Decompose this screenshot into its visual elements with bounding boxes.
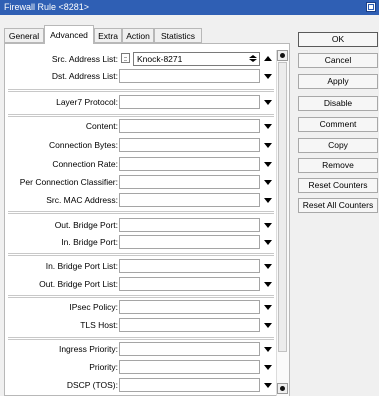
scroll-up-icon[interactable]: [277, 50, 288, 61]
ingress-priority-label: Ingress Priority:: [58, 344, 118, 354]
src-address-list-value: Knock-8271: [137, 54, 183, 64]
src-address-list-row: Src. Address List: Knock-8271: [0, 52, 290, 67]
in-bridge-port-label: In. Bridge Port:: [61, 237, 118, 247]
dropdown-arrow-icon[interactable]: [264, 282, 272, 287]
src-mac-address-field[interactable]: [119, 193, 260, 207]
dropdown-arrow-icon[interactable]: [264, 223, 272, 228]
dscp-tos-label: DSCP (TOS):: [66, 380, 118, 390]
per-connection-classifier-label: Per Connection Classifier:: [19, 177, 118, 187]
scrollbar-thumb[interactable]: [278, 62, 287, 352]
src-address-list-label: Src. Address List:: [51, 54, 118, 64]
separator: [8, 295, 274, 298]
vertical-scrollbar[interactable]: [276, 50, 289, 396]
tab-advanced[interactable]: Advanced: [44, 25, 94, 44]
dropdown-arrow-icon[interactable]: [264, 74, 272, 79]
separator: [8, 114, 274, 117]
layer7-protocol-field[interactable]: [119, 95, 260, 109]
copy-button[interactable]: Copy: [298, 138, 378, 153]
tab-general[interactable]: General: [4, 28, 44, 43]
priority-field[interactable]: [119, 360, 260, 374]
dscp-tos-field[interactable]: [119, 378, 260, 392]
window-titlebar[interactable]: Firewall Rule <8281>: [0, 0, 379, 15]
content-label: Content:: [85, 121, 118, 131]
connection-bytes-row: Connection Bytes:: [0, 138, 290, 153]
connection-rate-field[interactable]: [119, 157, 260, 171]
layer7-protocol-label: Layer7 Protocol:: [56, 97, 118, 107]
dropdown-arrow-icon[interactable]: [264, 162, 272, 167]
ipsec-policy-row: IPsec Policy:: [0, 300, 290, 315]
layer7-protocol-row: Layer7 Protocol:: [0, 95, 290, 110]
ingress-priority-row: Ingress Priority:: [0, 342, 290, 357]
apply-button[interactable]: Apply: [298, 74, 378, 89]
src-address-list-field[interactable]: Knock-8271: [133, 52, 260, 66]
content-field[interactable]: [119, 119, 260, 133]
ok-button[interactable]: OK: [298, 32, 378, 47]
in-bridge-port-list-field[interactable]: [119, 259, 260, 273]
window-title: Firewall Rule <8281>: [4, 2, 90, 12]
ipsec-policy-field[interactable]: [119, 300, 260, 314]
out-bridge-port-list-row: Out. Bridge Port List:: [0, 277, 290, 292]
out-bridge-port-row: Out. Bridge Port:: [0, 218, 290, 233]
content-row: Content:: [0, 119, 290, 134]
dropdown-arrow-icon[interactable]: [264, 264, 272, 269]
dropdown-arrow-icon[interactable]: [264, 240, 272, 245]
separator: [8, 337, 274, 340]
dst-address-list-row: Dst. Address List:: [0, 69, 290, 84]
in-bridge-port-field[interactable]: [119, 235, 260, 249]
in-bridge-port-row: In. Bridge Port:: [0, 235, 290, 250]
dst-address-list-field[interactable]: [119, 69, 260, 83]
tls-host-field[interactable]: [119, 318, 260, 332]
per-connection-classifier-row: Per Connection Classifier:: [0, 175, 290, 190]
connection-bytes-label: Connection Bytes:: [49, 140, 118, 150]
dropdown-arrow-icon[interactable]: [264, 305, 272, 310]
dropdown-arrow-icon[interactable]: [264, 143, 272, 148]
in-bridge-port-list-row: In. Bridge Port List:: [0, 259, 290, 274]
separator: [8, 89, 274, 92]
tls-host-label: TLS Host:: [80, 320, 118, 330]
src-mac-address-label: Src. MAC Address:: [46, 195, 118, 205]
tab-action[interactable]: Action: [122, 28, 154, 43]
ipsec-policy-label: IPsec Policy:: [69, 302, 118, 312]
in-bridge-port-list-label: In. Bridge Port List:: [45, 261, 118, 271]
connection-rate-label: Connection Rate:: [52, 159, 118, 169]
reset-all-counters-button[interactable]: Reset All Counters: [298, 198, 378, 213]
dropdown-arrow-icon[interactable]: [264, 323, 272, 328]
dropdown-arrow-icon[interactable]: [264, 347, 272, 352]
connection-bytes-field[interactable]: [119, 138, 260, 152]
dscp-tos-row: DSCP (TOS):: [0, 378, 290, 393]
separator: [8, 253, 274, 256]
disable-button[interactable]: Disable: [298, 96, 378, 111]
dropdown-arrow-icon[interactable]: [264, 383, 272, 388]
comment-button[interactable]: Comment: [298, 117, 378, 132]
cancel-button[interactable]: Cancel: [298, 53, 378, 68]
out-bridge-port-list-label: Out. Bridge Port List:: [39, 279, 118, 289]
dropdown-arrow-icon[interactable]: [264, 198, 272, 203]
dropdown-arrow-icon[interactable]: [264, 180, 272, 185]
dropdown-arrow-icon[interactable]: [264, 124, 272, 129]
out-bridge-port-field[interactable]: [119, 218, 260, 232]
tls-host-row: TLS Host:: [0, 318, 290, 333]
ingress-priority-field[interactable]: [119, 342, 260, 356]
reset-counters-button[interactable]: Reset Counters: [298, 178, 378, 193]
scroll-down-icon[interactable]: [277, 383, 288, 394]
window-restore-icon[interactable]: [366, 2, 376, 12]
priority-label: Priority:: [89, 362, 118, 372]
per-connection-classifier-field[interactable]: [119, 175, 260, 189]
remove-button[interactable]: Remove: [298, 158, 378, 173]
out-bridge-port-list-field[interactable]: [119, 277, 260, 291]
dropdown-arrow-icon[interactable]: [264, 100, 272, 105]
combo-arrows-icon[interactable]: [249, 55, 257, 63]
separator: [8, 211, 274, 214]
out-bridge-port-label: Out. Bridge Port:: [54, 220, 118, 230]
tab-extra[interactable]: Extra: [94, 28, 122, 43]
priority-row: Priority:: [0, 360, 290, 375]
negate-checkbox[interactable]: [121, 53, 130, 63]
connection-rate-row: Connection Rate:: [0, 157, 290, 172]
tab-statistics[interactable]: Statistics: [154, 28, 202, 43]
dropdown-arrow-icon[interactable]: [264, 365, 272, 370]
collapse-arrow-icon[interactable]: [264, 56, 272, 61]
dst-address-list-label: Dst. Address List:: [51, 71, 118, 81]
src-mac-address-row: Src. MAC Address:: [0, 193, 290, 208]
